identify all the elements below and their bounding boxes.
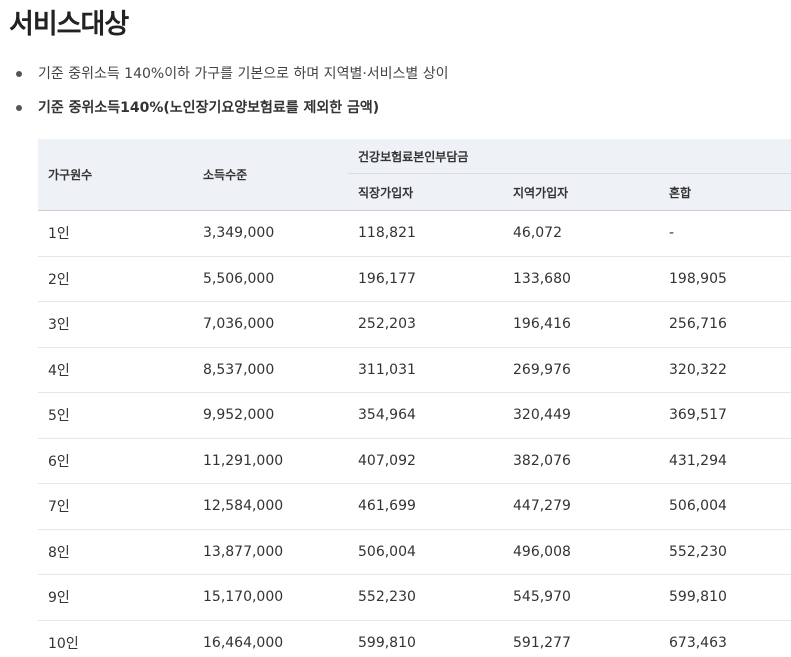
criteria-item: 기준 중위소득140%(노인장기요양보험료를 제외한 금액)	[0, 96, 449, 120]
cell-household: 4인	[38, 347, 193, 393]
cell-income: 9,952,000	[193, 392, 348, 439]
cell-mixed: 431,294	[659, 438, 791, 484]
cell-household: 8인	[38, 529, 193, 575]
table-row: 10인 16,464,000 599,810 591,277 673,463	[38, 620, 791, 657]
cell-regional: 133,680	[503, 256, 659, 302]
cell-income: 7,036,000	[193, 301, 348, 348]
cell-household: 1인	[38, 210, 193, 257]
cell-employee: 354,964	[348, 392, 503, 439]
cell-employee: 599,810	[348, 620, 503, 657]
income-premium-table: 가구원수 소득수준 건강보험료본인부담금 직장가입자 지역가입자 혼합 1인 3,…	[38, 139, 791, 657]
table-body: 1인 3,349,000 118,821 46,072-2인 5,506,000 196,…	[38, 210, 791, 657]
cell-regional: 545,970	[503, 574, 659, 621]
table-row: 4인 8,537,000 311,031 269,976 320,322	[38, 347, 791, 393]
cell-mixed: 198,905	[659, 256, 791, 302]
cell-household: 6인	[38, 438, 193, 484]
criteria-item: 기준 중위소득 140%이하 가구를 기본으로 하며 지역별·서비스별 상이	[0, 62, 449, 86]
cell-household: 7인	[38, 483, 193, 530]
bullet-dot-icon	[16, 105, 22, 111]
cell-income: 15,170,000	[193, 574, 348, 621]
cell-employee: 461,699	[348, 483, 503, 530]
cell-regional: 382,076	[503, 438, 659, 484]
table-row: 2인 5,506,000 196,177 133,680 198,905	[38, 256, 791, 302]
cell-regional: 196,416	[503, 301, 659, 348]
cell-household: 5인	[38, 392, 193, 439]
cell-employee: 196,177	[348, 256, 503, 302]
cell-household: 3인	[38, 301, 193, 348]
cell-regional: 496,008	[503, 529, 659, 575]
table-row: 5인 9,952,000 354,964 320,449 369,517	[38, 392, 791, 439]
header-household: 가구원수	[38, 139, 193, 211]
table-row: 6인 11,291,000 407,092 382,076 431,294	[38, 438, 791, 484]
criteria-list: 기준 중위소득 140%이하 가구를 기본으로 하며 지역별·서비스별 상이 기…	[0, 62, 449, 120]
page-title: 서비스대상	[9, 9, 129, 40]
cell-household: 2인	[38, 256, 193, 302]
cell-income: 12,584,000	[193, 483, 348, 530]
cell-employee: 311,031	[348, 347, 503, 393]
table-header: 가구원수 소득수준 건강보험료본인부담금 직장가입자 지역가입자 혼합	[38, 139, 791, 211]
table-row: 9인 15,170,000 552,230 545,970 599,810	[38, 574, 791, 621]
cell-employee: 552,230	[348, 574, 503, 621]
cell-income: 3,349,000	[193, 210, 348, 257]
bullet-dot-icon	[16, 71, 22, 77]
cell-mixed: 673,463	[659, 620, 791, 657]
cell-mixed: 256,716	[659, 301, 791, 348]
cell-employee: 506,004	[348, 529, 503, 575]
cell-mixed: 506,004	[659, 483, 791, 530]
cell-income: 11,291,000	[193, 438, 348, 484]
table-row: 7인 12,584,000 461,699 447,279 506,004	[38, 483, 791, 530]
cell-regional: 269,976	[503, 347, 659, 393]
cell-income: 16,464,000	[193, 620, 348, 657]
criteria-text: 기준 중위소득 140%이하 가구를 기본으로 하며 지역별·서비스별 상이	[38, 66, 449, 82]
cell-mixed: 369,517	[659, 392, 791, 439]
cell-employee: 252,203	[348, 301, 503, 348]
cell-income: 8,537,000	[193, 347, 348, 393]
cell-regional: 46,072	[503, 210, 659, 257]
cell-income: 13,877,000	[193, 529, 348, 575]
cell-mixed: -	[659, 210, 791, 257]
table-row: 3인 7,036,000 252,203 196,416 256,716	[38, 301, 791, 348]
cell-employee: 118,821	[348, 210, 503, 257]
header-premium-group: 건강보험료본인부담금	[348, 139, 791, 174]
cell-regional: 447,279	[503, 483, 659, 530]
cell-mixed: 552,230	[659, 529, 791, 575]
cell-employee: 407,092	[348, 438, 503, 484]
cell-income: 5,506,000	[193, 256, 348, 302]
header-employee: 직장가입자	[348, 173, 503, 211]
cell-mixed: 320,322	[659, 347, 791, 393]
table-row: 1인 3,349,000 118,821 46,072-	[38, 210, 791, 257]
header-income: 소득수준	[193, 139, 348, 211]
cell-regional: 320,449	[503, 392, 659, 439]
cell-mixed: 599,810	[659, 574, 791, 621]
criteria-text: 기준 중위소득140%(노인장기요양보험료를 제외한 금액)	[38, 100, 380, 116]
page: 서비스대상 기준 중위소득 140%이하 가구를 기본으로 하며 지역별·서비스…	[0, 0, 791, 657]
cell-household: 9인	[38, 574, 193, 621]
table-row: 8인 13,877,000 506,004 496,008 552,230	[38, 529, 791, 575]
cell-household: 10인	[38, 620, 193, 657]
header-regional: 지역가입자	[503, 173, 659, 211]
header-mixed: 혼합	[659, 173, 791, 211]
cell-regional: 591,277	[503, 620, 659, 657]
